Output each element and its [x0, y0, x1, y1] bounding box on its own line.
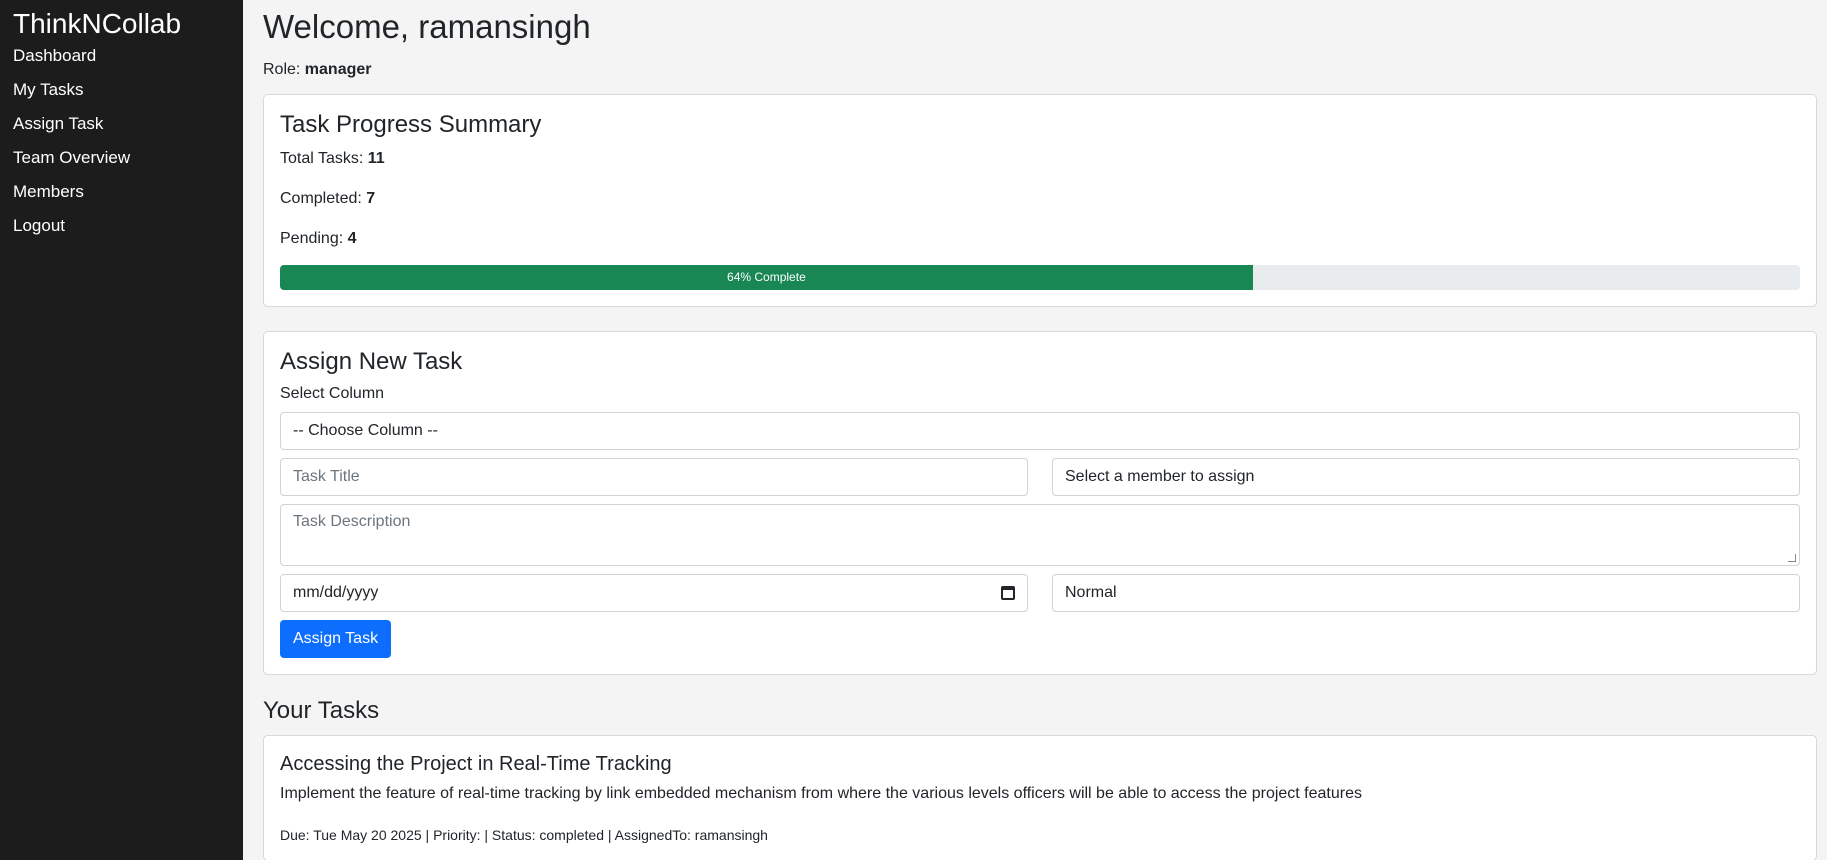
- page-title: Welcome, ramansingh: [263, 8, 591, 45]
- pending-value: 4: [347, 230, 357, 247]
- total-tasks-label: Total Tasks:: [280, 150, 368, 167]
- task-progress-summary-card: Task Progress Summary Total Tasks: 11 Co…: [263, 94, 1817, 307]
- sidebar-nav: Dashboard My Tasks Assign Task Team Over…: [13, 46, 230, 236]
- column-select-value: -- Choose Column --: [293, 422, 438, 439]
- due-date-input[interactable]: mm/dd/yyyy: [280, 574, 1028, 612]
- sidebar-item-logout[interactable]: Logout: [13, 216, 230, 236]
- sidebar-item-team-overview[interactable]: Team Overview: [13, 148, 230, 168]
- summary-title: Task Progress Summary: [280, 111, 542, 138]
- task-title-input[interactable]: Task Title: [280, 458, 1028, 496]
- completed-label: Completed:: [280, 190, 367, 207]
- assign-task-card: Assign New Task Select Column -- Choose …: [263, 331, 1817, 675]
- column-select[interactable]: -- Choose Column --: [280, 412, 1800, 450]
- priority-select[interactable]: Normal: [1052, 574, 1800, 612]
- task-description: Implement the feature of real-time track…: [280, 785, 1362, 802]
- sidebar: ThinkNCollab Dashboard My Tasks Assign T…: [0, 0, 243, 860]
- sidebar-item-dashboard[interactable]: Dashboard: [13, 46, 230, 66]
- date-priority-row: mm/dd/yyyy Normal: [280, 574, 1800, 612]
- select-column-label: Select Column: [280, 385, 385, 402]
- brand-logo: ThinkNCollab: [13, 8, 182, 39]
- assign-title: Assign New Task: [280, 348, 463, 375]
- member-select[interactable]: Select a member to assign: [1052, 458, 1800, 496]
- due-date-placeholder: mm/dd/yyyy: [293, 584, 379, 601]
- sidebar-item-members[interactable]: Members: [13, 182, 230, 202]
- title-member-row: Task Title Select a member to assign: [280, 458, 1800, 496]
- task-card: Accessing the Project in Real-Time Track…: [263, 735, 1817, 860]
- sidebar-item-my-tasks[interactable]: My Tasks: [13, 80, 230, 100]
- sidebar-item-assign-task[interactable]: Assign Task: [13, 114, 230, 134]
- role-label: Role:: [263, 61, 305, 78]
- progress-bar: 64% Complete: [280, 265, 1253, 290]
- resize-handle-icon[interactable]: [1788, 554, 1796, 562]
- role-line: Role: manager: [263, 60, 1817, 80]
- progress-track: 64% Complete: [280, 265, 1800, 290]
- role-value: manager: [304, 61, 372, 78]
- task-meta: Due: Tue May 20 2025 | Priority: | Statu…: [280, 827, 768, 843]
- completed-value: 7: [366, 190, 376, 207]
- pending-stat: Pending: 4: [280, 229, 1800, 249]
- main-content: Welcome, ramansingh Role: manager Task P…: [243, 0, 1827, 860]
- completed-stat: Completed: 7: [280, 189, 1800, 209]
- task-title: Accessing the Project in Real-Time Track…: [280, 753, 672, 775]
- total-tasks-value: 11: [367, 150, 385, 167]
- pending-label: Pending:: [280, 230, 348, 247]
- task-description-placeholder: Task Description: [293, 513, 411, 530]
- your-tasks-title: Your Tasks: [263, 697, 380, 724]
- assign-task-button[interactable]: Assign Task: [280, 620, 392, 658]
- calendar-icon[interactable]: [1001, 586, 1015, 600]
- task-description-input[interactable]: Task Description: [280, 504, 1800, 566]
- total-tasks-stat: Total Tasks: 11: [280, 149, 1800, 169]
